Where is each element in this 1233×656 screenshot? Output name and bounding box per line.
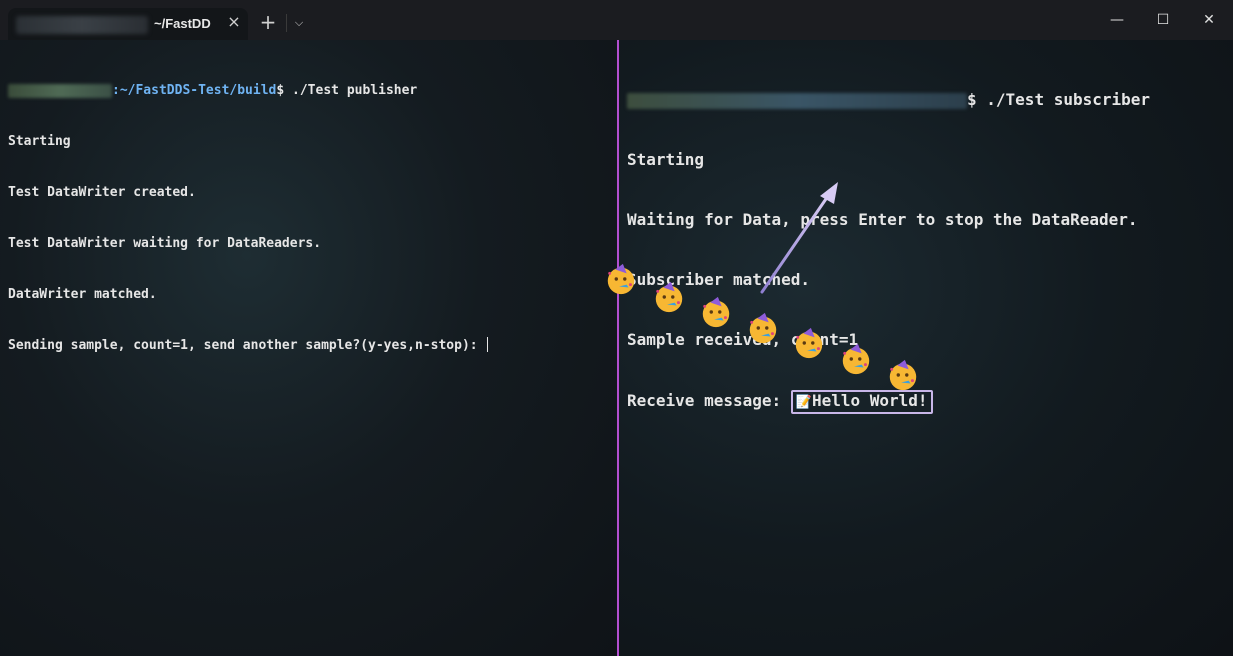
blurred-user-host bbox=[627, 92, 967, 109]
partying-face-icon bbox=[749, 312, 777, 344]
new-tab-button[interactable]: + bbox=[258, 12, 278, 32]
partying-face-icon bbox=[842, 343, 870, 375]
tab-separator bbox=[286, 14, 287, 32]
output-line: DataWriter matched. bbox=[8, 287, 157, 302]
output-line: Waiting for Data, press Enter to stop th… bbox=[627, 210, 1138, 229]
terminal-tab[interactable]: ~/FastDD × bbox=[8, 8, 248, 40]
output-line: Test DataWriter created. bbox=[8, 185, 196, 200]
output-line: Sample received, count=1 bbox=[627, 330, 859, 349]
maximize-button[interactable]: ☐ bbox=[1140, 8, 1186, 32]
minimize-button[interactable]: — bbox=[1094, 8, 1140, 32]
chevron-down-icon[interactable]: ⌵ bbox=[292, 14, 306, 32]
blurred-tab-prefix bbox=[16, 16, 148, 34]
prompt-symbol: $ bbox=[967, 90, 977, 109]
receive-line: Receive message: 📝Hello World! bbox=[627, 390, 1150, 414]
tab-close-icon[interactable]: × bbox=[224, 12, 244, 32]
left-prompt-line: :~/FastDDS-Test/build$ ./Test publisher bbox=[8, 82, 488, 99]
title-bar: ~/FastDD × + ⌵ — ☐ ✕ bbox=[0, 0, 1233, 40]
output-line: Starting bbox=[8, 134, 71, 149]
command-text: ./Test publisher bbox=[284, 83, 418, 98]
partying-face-icon bbox=[889, 359, 917, 391]
blurred-user-host bbox=[8, 83, 112, 98]
partying-face-icon bbox=[795, 327, 823, 359]
tab-title: ~/FastDD bbox=[154, 16, 211, 31]
right-terminal-pane[interactable]: $ ./Test subscriber Starting Waiting for… bbox=[619, 40, 1233, 656]
command-text: ./Test subscriber bbox=[976, 90, 1151, 109]
output-line: Sending sample, count=1, send another sa… bbox=[8, 338, 486, 353]
close-button[interactable]: ✕ bbox=[1186, 8, 1232, 32]
partying-face-icon bbox=[607, 263, 635, 295]
output-line: Subscriber matched. bbox=[627, 270, 811, 289]
partying-face-icon bbox=[702, 296, 730, 328]
left-terminal-pane[interactable]: :~/FastDDS-Test/build$ ./Test publisher … bbox=[0, 40, 617, 656]
partying-face-icon bbox=[655, 281, 683, 313]
received-message: Hello World! bbox=[811, 391, 928, 410]
right-prompt-line: $ ./Test subscriber bbox=[627, 90, 1150, 110]
left-terminal-output: :~/FastDDS-Test/build$ ./Test publisher … bbox=[8, 48, 489, 388]
prompt-path: :~/FastDDS-Test/build bbox=[112, 83, 277, 98]
receive-label: Receive message: bbox=[627, 391, 791, 410]
text-cursor bbox=[487, 337, 489, 352]
memo-icon: 📝 bbox=[795, 395, 812, 410]
input-line[interactable]: Sending sample, count=1, send another sa… bbox=[8, 337, 489, 354]
output-line: Test DataWriter waiting for DataReaders. bbox=[8, 236, 322, 251]
output-line: Starting bbox=[627, 150, 705, 169]
received-message-highlight: 📝Hello World! bbox=[790, 390, 933, 414]
